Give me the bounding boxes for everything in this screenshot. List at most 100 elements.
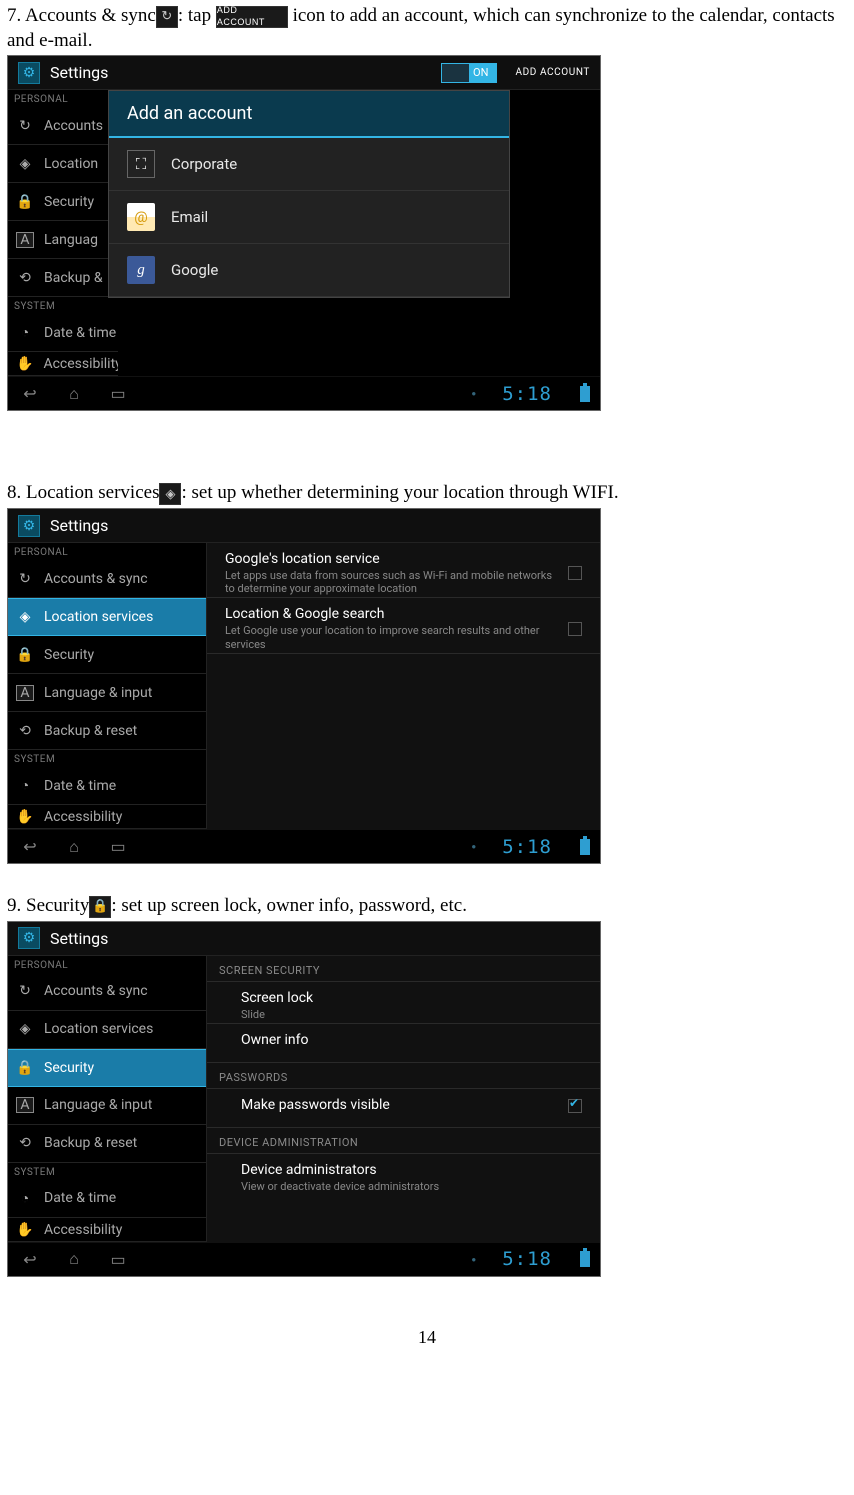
corporate-icon: ⛶ [127, 150, 155, 178]
sidebar-item-accounts[interactable]: ↻Accounts [8, 107, 118, 145]
sidebar-item-backup[interactable]: ⟲Backup & reset [8, 712, 206, 750]
screenshot-accounts-sync: ⚙ Settings ON ADD ACCOUNT PERSONAL ↻Acco… [7, 55, 601, 411]
nav-bar: ↩ ⌂ ▭ ● 5:18 [8, 829, 600, 863]
sidebar-item-location[interactable]: ◈Location services [8, 598, 206, 636]
sync-icon: ↻ [156, 6, 178, 28]
system-label: SYSTEM [8, 1163, 206, 1180]
sidebar-item-accounts[interactable]: ↻Accounts & sync [8, 973, 206, 1011]
sidebar-item-location[interactable]: ◈Location [8, 145, 118, 183]
personal-label: PERSONAL [8, 956, 206, 973]
sidebar-item-security[interactable]: 🔒Security [8, 183, 118, 221]
add-account-icon: ADD ACCOUNT [216, 6, 288, 28]
hand-icon: ✋ [16, 1222, 34, 1238]
recent-icon[interactable]: ▭ [106, 837, 130, 856]
sync-toggle[interactable]: ON [441, 63, 497, 83]
location-inline-icon: ◈ [159, 483, 181, 505]
personal-label: PERSONAL [8, 90, 118, 107]
home-icon[interactable]: ⌂ [62, 384, 86, 404]
sidebar-item-security[interactable]: 🔒Security [8, 1049, 206, 1087]
dialog-item-google[interactable]: g Google [109, 244, 509, 297]
passwords-visible-item[interactable]: Make passwords visible [207, 1089, 600, 1128]
recent-icon[interactable]: ▭ [106, 1250, 130, 1269]
sidebar-item-datetime[interactable]: ◔Date & time [8, 767, 206, 805]
status-clock: 5:18 [502, 383, 552, 405]
passwords-label: PASSWORDS [207, 1063, 600, 1089]
back-icon[interactable]: ↩ [18, 837, 42, 856]
settings-sidebar: PERSONAL ↻Accounts ◈Location 🔒Security A… [8, 90, 118, 376]
hand-icon: ✋ [16, 356, 33, 372]
location-icon: ◈ [16, 609, 34, 625]
section-9-text: 9. Security🔒: set up screen lock, owner … [7, 894, 847, 919]
status-clock: 5:18 [502, 836, 552, 858]
sidebar-item-access[interactable]: ✋Accessibility [8, 352, 118, 376]
backup-icon: ⟲ [16, 1135, 34, 1151]
screenshot-location-services: ⚙ Settings PERSONAL ↻Accounts & sync ◈Lo… [7, 508, 601, 864]
sidebar-item-language[interactable]: ALanguag [8, 221, 118, 259]
dialog-item-corporate[interactable]: ⛶ Corporate [109, 138, 509, 191]
s7-mid: : tap [178, 5, 216, 26]
checkbox[interactable] [568, 566, 582, 580]
s8-suffix: : set up whether determining your locati… [181, 482, 618, 503]
sync-icon: ↻ [16, 118, 34, 134]
system-label: SYSTEM [8, 750, 206, 767]
sidebar-item-access[interactable]: ✋Accessibility [8, 805, 206, 829]
settings-header: ⚙ Settings [8, 509, 600, 543]
language-icon: A [16, 1097, 34, 1113]
screen-security-label: SCREEN SECURITY [207, 956, 600, 982]
recent-icon[interactable]: ▭ [106, 384, 130, 403]
add-account-dialog: Add an account ⛶ Corporate @ Email g Goo… [108, 90, 510, 298]
backup-icon: ⟲ [16, 270, 34, 286]
location-icon: ◈ [16, 156, 34, 172]
nav-bar: ↩ ⌂ ▭ ● 5:18 [8, 376, 600, 410]
sidebar-item-backup[interactable]: ⟲Backup & reset [8, 1125, 206, 1163]
lock-icon: 🔒 [16, 194, 34, 210]
sync-icon: ↻ [16, 571, 34, 587]
google-location-service[interactable]: Google's location service Let apps use d… [207, 543, 600, 598]
screen-lock-item[interactable]: Screen lock Slide [207, 982, 600, 1024]
personal-label: PERSONAL [8, 543, 206, 560]
add-account-button[interactable]: ADD ACCOUNT [505, 57, 600, 88]
battery-icon [580, 1251, 590, 1267]
email-icon: @ [127, 203, 155, 231]
sidebar-item-language[interactable]: ALanguage & input [8, 1087, 206, 1125]
nav-bar: ↩ ⌂ ▭ ● 5:18 [8, 1242, 600, 1276]
page-number: 14 [7, 1327, 847, 1348]
s9-suffix: : set up screen lock, owner info, passwo… [111, 895, 467, 916]
sidebar-item-datetime[interactable]: ◔Date & time [8, 314, 118, 352]
device-admin-label: DEVICE ADMINISTRATION [207, 1128, 600, 1154]
home-icon[interactable]: ⌂ [62, 1249, 86, 1269]
battery-icon [580, 386, 590, 402]
lock-inline-icon: 🔒 [89, 896, 111, 918]
sidebar-item-backup[interactable]: ⟲Backup & [8, 259, 118, 297]
checkbox-checked[interactable] [568, 1099, 582, 1113]
google-icon: g [127, 256, 155, 284]
sidebar-item-language[interactable]: ALanguage & input [8, 674, 206, 712]
clock-icon: ◔ [16, 1190, 34, 1207]
settings-title: Settings [50, 63, 441, 82]
owner-info-item[interactable]: Owner info [207, 1024, 600, 1063]
sidebar-item-datetime[interactable]: ◔Date & time [8, 1180, 206, 1218]
s7-prefix: 7. Accounts & sync [7, 5, 156, 26]
system-label: SYSTEM [8, 297, 118, 314]
settings-sidebar: PERSONAL ↻Accounts & sync ◈Location serv… [8, 956, 206, 1242]
home-icon[interactable]: ⌂ [62, 837, 86, 857]
location-content: Google's location service Let apps use d… [206, 543, 600, 829]
language-icon: A [16, 685, 34, 701]
checkbox[interactable] [568, 622, 582, 636]
settings-gear-icon: ⚙ [18, 62, 40, 84]
back-icon[interactable]: ↩ [18, 384, 42, 403]
sidebar-item-location[interactable]: ◈Location services [8, 1011, 206, 1049]
sidebar-item-accounts[interactable]: ↻Accounts & sync [8, 560, 206, 598]
sync-icon: ↻ [16, 983, 34, 999]
dialog-item-email[interactable]: @ Email [109, 191, 509, 244]
location-google-search[interactable]: Location & Google search Let Google use … [207, 598, 600, 653]
back-icon[interactable]: ↩ [18, 1250, 42, 1269]
clock-icon: ◔ [16, 777, 34, 794]
sidebar-item-security[interactable]: 🔒Security [8, 636, 206, 674]
sidebar-item-access[interactable]: ✋Accessibility [8, 1218, 206, 1242]
device-admin-item[interactable]: Device administrators View or deactivate… [207, 1154, 600, 1195]
battery-icon [580, 839, 590, 855]
status-dot: ● [471, 389, 476, 398]
status-dot: ● [471, 1255, 476, 1264]
settings-header: ⚙ Settings ON ADD ACCOUNT [8, 56, 600, 90]
